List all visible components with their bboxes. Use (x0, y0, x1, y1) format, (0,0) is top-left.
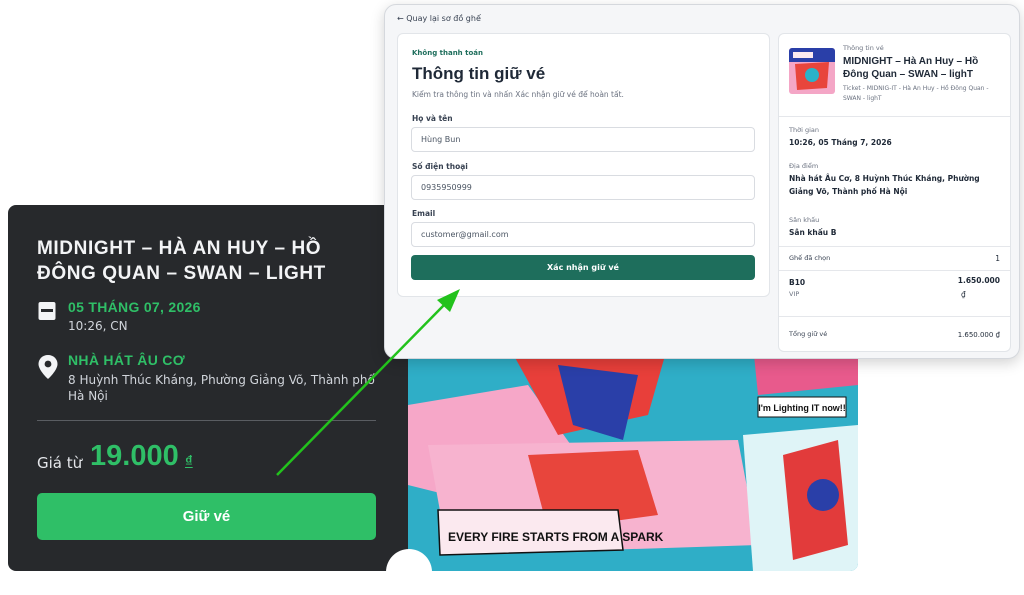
divider (779, 270, 1010, 271)
summary-place-value: Nhà hát Âu Cơ, 8 Huỳnh Thúc Kháng, Phườn… (789, 174, 980, 196)
event-time: 10:26, CN (68, 319, 128, 333)
total-label: Tổng giữ vé (789, 330, 828, 338)
poster-banner: EVERY FIRE STARTS FROM A SPARK (448, 530, 664, 544)
name-field[interactable] (411, 127, 755, 152)
form-description: Kiểm tra thông tin và nhấn Xác nhận giữ … (412, 90, 624, 99)
location-pin-icon (38, 355, 58, 379)
price-value: 19.000 (90, 440, 179, 472)
hold-ticket-dialog: ← Quay lại sơ đồ ghế Không thanh toán Th… (384, 4, 1020, 359)
poster-artwork: I'm Lighting IT now!! EVERY FIRE STARTS … (408, 345, 858, 571)
poster-corner-circle (386, 549, 432, 595)
ticket-summary-card: Thông tin vé MIDNIGHT – Hà An Huy – Hồ Đ… (778, 33, 1011, 352)
name-label: Họ và tên (412, 114, 453, 123)
event-card: MIDNIGHT – HÀ AN HUY – HỒ ĐÔNG QUAN – SW… (8, 205, 408, 571)
event-venue: NHÀ HÁT ÂU CƠ (68, 352, 185, 368)
email-field[interactable] (411, 222, 755, 247)
confirm-hold-button[interactable]: Xác nhận giữ vé (411, 255, 755, 280)
hold-ticket-button[interactable]: Giữ vé (37, 493, 376, 540)
seat-type: VIP (789, 290, 800, 298)
email-label: Email (412, 209, 436, 218)
phone-label: Số điện thoại (412, 162, 468, 171)
summary-place-label: Địa điểm (789, 162, 819, 170)
selected-seats-count: 1 (995, 254, 1000, 263)
event-poster: I'm Lighting IT now!! EVERY FIRE STARTS … (408, 345, 858, 571)
summary-stage-value: Sân khấu B (789, 228, 837, 237)
hold-form-card: Không thanh toán Thông tin giữ vé Kiểm t… (397, 33, 770, 297)
seat-code: B10 (789, 278, 806, 287)
divider (779, 316, 1010, 317)
form-eyebrow: Không thanh toán (412, 49, 483, 57)
phone-field[interactable] (411, 175, 755, 200)
summary-event-subtitle: Ticket - MIDNIG-IT - Hà An Huy - Hồ Đông… (843, 85, 989, 102)
back-to-seat-map-link[interactable]: ← Quay lại sơ đồ ghế (397, 14, 481, 23)
summary-event-title: MIDNIGHT – Hà An Huy – Hồ Đông Quan – SW… (843, 56, 979, 80)
calendar-icon (38, 302, 56, 320)
poster-speech: I'm Lighting IT now!! (758, 403, 846, 413)
summary-stage-label: Sân khấu (789, 216, 820, 224)
price-label: Giá từ (37, 454, 83, 472)
summary-time-label: Thời gian (789, 126, 819, 134)
event-date: 05 THÁNG 07, 2026 (68, 299, 201, 315)
seat-currency: ₫ (961, 290, 966, 299)
price-currency: ₫ (185, 453, 193, 470)
total-value: 1.650.000 ₫ (957, 331, 1000, 339)
event-thumbnail (789, 48, 835, 94)
divider (779, 246, 1010, 247)
form-title: Thông tin giữ vé (412, 64, 546, 83)
event-title: MIDNIGHT – HÀ AN HUY – HỒ ĐÔNG QUAN – SW… (37, 238, 326, 284)
seat-price: 1.650.000 (957, 276, 1000, 285)
summary-time-value: 10:26, 05 Tháng 7, 2026 (789, 138, 892, 147)
summary-eyebrow: Thông tin vé (843, 44, 884, 52)
divider (37, 420, 376, 421)
event-address: 8 Huỳnh Thúc Kháng, Phường Giảng Võ, Thà… (68, 373, 375, 403)
divider (779, 116, 1010, 117)
selected-seats-label: Ghế đã chọn (789, 254, 831, 262)
